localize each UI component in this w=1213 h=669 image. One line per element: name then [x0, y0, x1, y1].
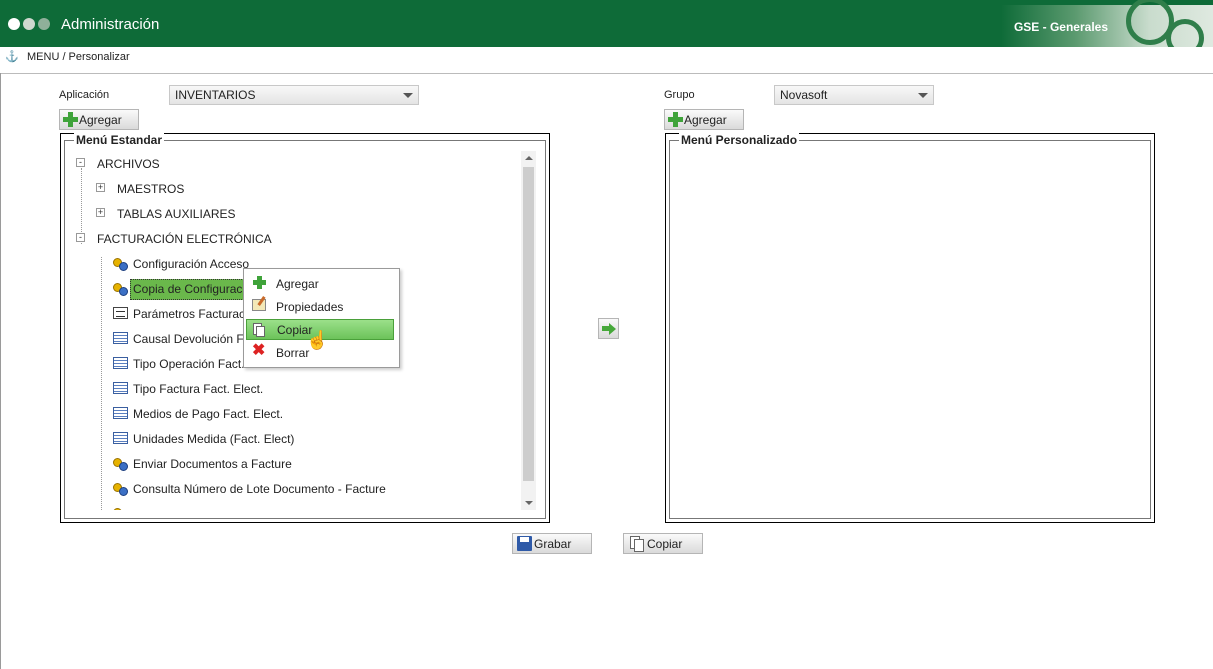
scroll-down-icon[interactable] [525, 501, 533, 505]
gear-icon [1166, 19, 1204, 47]
key-icon [113, 457, 129, 471]
grabar-label: Grabar [534, 537, 572, 551]
tree-node-label: TABLAS AUXILIARES [117, 207, 236, 221]
dot-icon [38, 18, 50, 30]
dot-icon [23, 18, 35, 30]
tree-node-label: ARCHIVOS [97, 157, 160, 171]
dot-icon [8, 18, 20, 30]
table-icon [113, 382, 128, 394]
menu-personalizado-title: Menú Personalizado [679, 133, 800, 147]
grupo-value: Novasoft [780, 88, 828, 102]
arrow-right-icon [602, 323, 616, 335]
table-icon [113, 332, 128, 344]
tree-node-label: Configuración Acceso [133, 257, 250, 271]
tree-node-label: FACTURACIÓN ELECTRÓNICA [97, 232, 272, 246]
agregar-label: Agregar [79, 113, 122, 127]
copiar-label: Copiar [647, 537, 683, 551]
collapse-icon[interactable]: - [76, 233, 85, 242]
agregar-estandar-button[interactable]: Agregar [59, 109, 139, 130]
title-bar: Administración GSE - Generales [0, 0, 1213, 47]
chevron-down-icon [918, 93, 928, 98]
aplicacion-label: Aplicación [59, 89, 110, 101]
copy-icon [256, 326, 265, 337]
grabar-button[interactable]: Grabar [512, 533, 592, 554]
tree-node-label: Parámetros Facturaci [133, 307, 248, 321]
menu-estandar-title: Menú Estandar [74, 133, 165, 147]
table-icon [113, 407, 128, 419]
breadcrumb: MENU / Personalizar [27, 51, 130, 63]
key-icon [113, 507, 129, 510]
hand-cursor-icon: ☝ [306, 330, 329, 350]
tree-node-label: Unidades Medida (Fact. Elect) [133, 432, 295, 446]
tree-node-label: MAESTROS [117, 182, 185, 196]
expand-icon[interactable]: + [96, 208, 105, 217]
menu-personalizado-frame[interactable] [669, 140, 1151, 519]
transfer-right-button[interactable] [598, 318, 619, 339]
properties-icon [252, 299, 266, 311]
menu-item-agregar[interactable]: Agregar [246, 273, 394, 294]
aplicacion-select[interactable]: INVENTARIOS [169, 85, 419, 105]
tree-scrollbar[interactable] [521, 151, 536, 510]
menu-item-label: Propiedades [276, 300, 344, 314]
table-icon [113, 357, 128, 369]
menu-item-label: Borrar [276, 346, 310, 360]
app-title: Administración [61, 16, 160, 33]
tree-node-label: Copia de Configurac [130, 279, 244, 300]
plus-icon [668, 112, 683, 127]
save-icon [517, 536, 532, 551]
delete-icon: ✖ [252, 342, 266, 359]
window-border [0, 73, 1, 669]
grupo-label: Grupo [664, 89, 695, 101]
brand-name: GSE - Generales [1013, 20, 1108, 34]
expand-icon[interactable]: + [96, 183, 105, 192]
grupo-select[interactable]: Novasoft [774, 85, 934, 105]
tree-node-label: Causal Devolución Fa [133, 332, 251, 346]
tree-node-label: Enviar Documentos a Facture [133, 457, 292, 471]
chevron-down-icon [403, 93, 413, 98]
menu-item-label: Agregar [276, 277, 319, 291]
key-icon [113, 282, 129, 296]
copiar-button[interactable]: Copiar [623, 533, 703, 554]
plus-icon [63, 112, 78, 127]
scroll-up-icon[interactable] [525, 156, 533, 160]
aplicacion-value: INVENTARIOS [175, 88, 256, 102]
key-icon [113, 482, 129, 496]
menu-personalizado-panel: Menú Personalizado [665, 133, 1155, 523]
breadcrumb-bar: ⚓ MENU / Personalizar [0, 47, 1213, 74]
scroll-thumb[interactable] [523, 167, 534, 481]
anchor-icon: ⚓ [5, 51, 19, 63]
key-icon [113, 257, 129, 271]
agregar-personalizado-button[interactable]: Agregar [664, 109, 744, 130]
tree-node-label: Tipo Factura Fact. Elect. [133, 382, 264, 396]
tree-node-label: Consulta Número de Lote Documento - Fact… [133, 482, 386, 496]
copy-icon [634, 539, 644, 552]
form-icon [113, 307, 128, 319]
menu-item-propiedades[interactable]: Propiedades [246, 296, 394, 317]
tree-line [101, 257, 102, 510]
tree-node-label: Medios de Pago Fact. Elect. [133, 407, 284, 421]
agregar-label: Agregar [684, 113, 727, 127]
context-menu: Agregar Propiedades Copiar ✖ Borrar [243, 268, 400, 368]
collapse-icon[interactable]: - [76, 158, 85, 167]
window-dots [8, 18, 53, 33]
table-icon [113, 432, 128, 444]
plus-icon [253, 276, 266, 289]
